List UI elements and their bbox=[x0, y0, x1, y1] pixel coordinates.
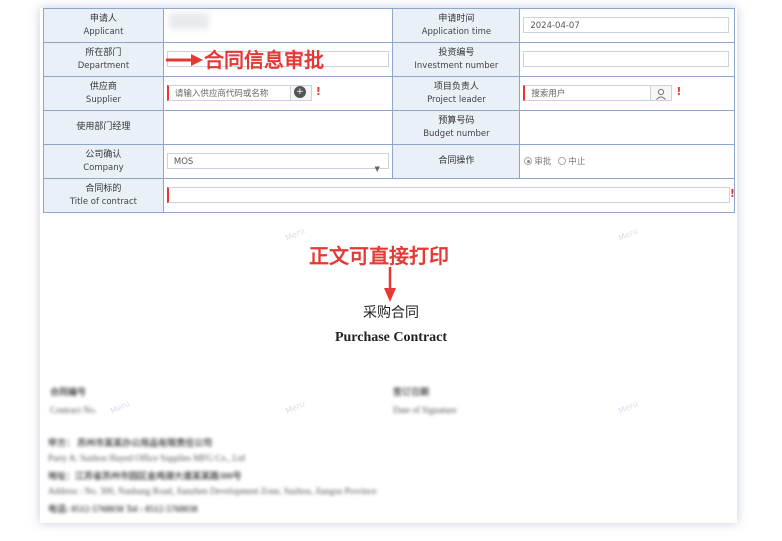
contract-no-label: 合同编号 bbox=[50, 387, 87, 397]
application-time-field[interactable]: 2024-04-07 bbox=[523, 17, 730, 33]
party-a-cn: 甲方： 苏州市某某办公用品有限责任公司 bbox=[48, 438, 213, 448]
party-a-en: Party A: Suzhou Hayed Office Supplies MF… bbox=[48, 453, 245, 463]
chevron-down-icon: ▼ bbox=[374, 165, 380, 173]
arrow-down-icon bbox=[384, 267, 396, 302]
sign-date-label: 签订日期 bbox=[393, 387, 430, 397]
watermark: Meru bbox=[284, 399, 307, 416]
watermark: Meru bbox=[109, 399, 132, 416]
application-time-label: 申请时间 Application time bbox=[392, 8, 521, 43]
applicant-label: 申请人 Applicant bbox=[43, 8, 164, 43]
contract-no-en: Contract No. bbox=[50, 405, 97, 415]
print-annotation: 正文可直接打印 bbox=[309, 244, 449, 268]
user-search-button[interactable] bbox=[650, 85, 673, 101]
sign-date-en: Date of Signature bbox=[393, 405, 457, 415]
address-en: Address : No. 300, Nanhang Road, Jianzhe… bbox=[48, 486, 377, 496]
arrow-right-icon bbox=[166, 54, 203, 66]
investment-number-field[interactable] bbox=[523, 51, 730, 67]
department-label: 所在部门 Department bbox=[43, 42, 164, 77]
investment-number-label: 投资编号 Investment number bbox=[392, 42, 521, 77]
applicant-value bbox=[162, 8, 394, 43]
title-of-contract-field[interactable] bbox=[166, 187, 730, 203]
required-icon: ! bbox=[676, 85, 682, 98]
watermark: Meru bbox=[617, 226, 640, 243]
document-title-en: Purchase Contract bbox=[334, 330, 448, 345]
plus-icon: + bbox=[293, 86, 306, 98]
project-leader-label: 项目负责人 Project leader bbox=[392, 76, 521, 111]
budget-number-value bbox=[519, 110, 735, 145]
dept-manager-label: 使用部门经理 bbox=[43, 110, 164, 145]
contract-operation-label: 合同操作 bbox=[392, 144, 521, 179]
watermark: Meru bbox=[284, 226, 307, 243]
dept-manager-value bbox=[162, 110, 394, 145]
company-select[interactable]: MOS ▼ bbox=[166, 153, 389, 173]
supplier-label: 供应商 Supplier bbox=[43, 76, 164, 111]
title-of-contract-label: 合同标的 Title of contract bbox=[43, 178, 164, 213]
project-leader-input[interactable]: 搜索用户 bbox=[523, 85, 652, 101]
document-title-cn: 采购合同 bbox=[363, 305, 419, 321]
radio-suspend[interactable]: 中止 bbox=[558, 155, 585, 167]
required-icon: ! bbox=[729, 187, 735, 200]
company-label: 公司确认 Company bbox=[43, 144, 164, 179]
supplier-add-button[interactable]: + bbox=[289, 85, 312, 101]
watermark: Meru bbox=[617, 399, 640, 416]
budget-number-label: 预算号码 Budget number bbox=[392, 110, 521, 145]
user-icon bbox=[656, 88, 667, 100]
required-icon: ! bbox=[315, 85, 321, 98]
contract-form-table: 申请人 Applicant 申请时间 Application time 2024-0… bbox=[43, 8, 736, 213]
phone-line: 电话: 0512-5768038 Tel : 0512-5768038 bbox=[48, 504, 198, 514]
address-cn: 地址：江苏省苏州市园区金鸡湖大道某某路300号 bbox=[48, 471, 242, 481]
supplier-input[interactable]: 请输入供应商代码或名称 bbox=[166, 85, 291, 101]
radio-approve[interactable]: 审批 bbox=[524, 155, 551, 167]
approval-annotation: 合同信息审批 bbox=[204, 48, 324, 72]
